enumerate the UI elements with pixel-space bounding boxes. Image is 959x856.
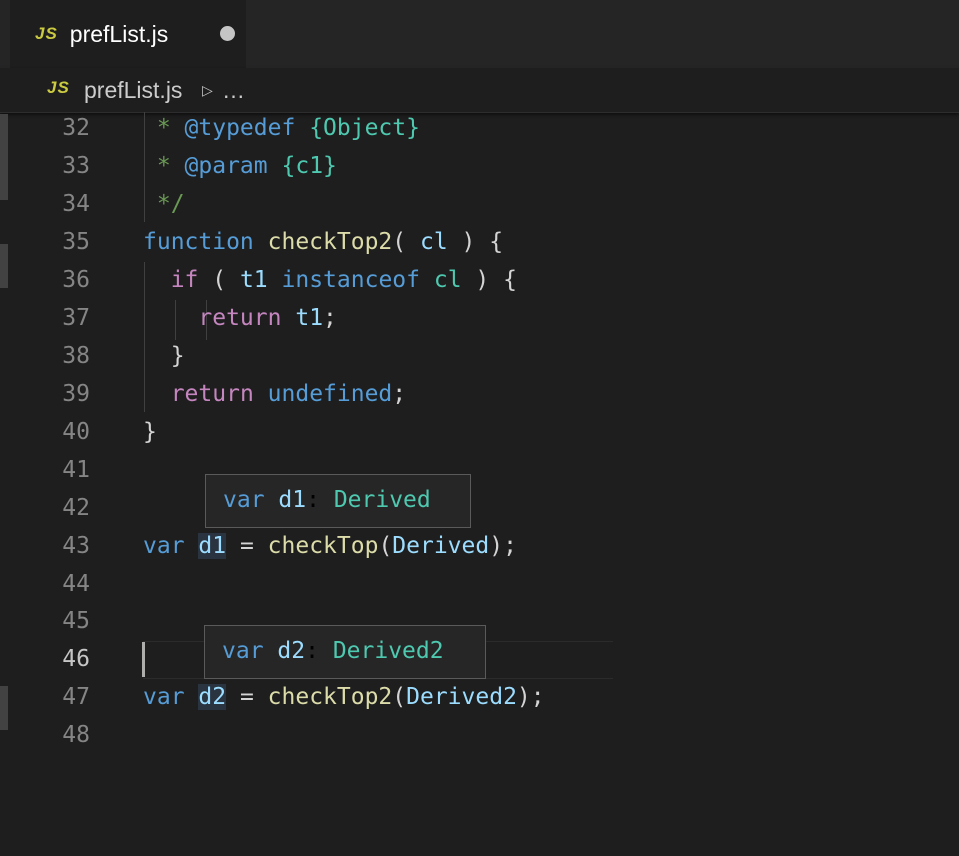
line-number: 37 xyxy=(62,305,90,331)
line-number: 47 xyxy=(62,684,90,710)
punct: ( xyxy=(392,684,407,710)
line-number: 40 xyxy=(62,419,90,445)
variable: Derived2 xyxy=(406,684,517,710)
variable: d1 xyxy=(198,533,227,559)
tab-preflist[interactable]: JS prefList.js xyxy=(10,0,246,68)
breadcrumb-more[interactable]: … xyxy=(222,77,245,104)
punct: = xyxy=(226,684,268,710)
dot-icon[interactable] xyxy=(220,26,235,41)
code-line-35[interactable]: function checkTop2( cl ) { xyxy=(143,229,503,255)
keyword: return xyxy=(198,305,282,331)
hint-colon: : xyxy=(306,487,334,513)
tab-label: prefList.js xyxy=(69,20,169,47)
line-number: 38 xyxy=(62,343,90,369)
line-number: 32 xyxy=(62,115,90,141)
jsdoc-tag: @typedef xyxy=(184,115,296,141)
code-line-47[interactable]: var d2 = checkTop2(Derived2); xyxy=(143,684,545,710)
chevron-right-icon: ▷ xyxy=(202,82,213,98)
variable: t1 xyxy=(239,267,268,293)
keyword: var xyxy=(143,533,185,559)
keyword: return xyxy=(170,381,254,407)
keyword: instanceof xyxy=(281,267,420,293)
hint-name: d1 xyxy=(278,487,307,513)
js-file-icon: JS xyxy=(47,78,70,97)
line-number: 35 xyxy=(62,229,90,255)
line-number-active: 46 xyxy=(62,646,90,672)
hint-type: Derived2 xyxy=(332,638,444,664)
text-cursor xyxy=(142,642,145,677)
punct: = xyxy=(226,533,268,559)
line-number: 43 xyxy=(62,533,90,559)
line-number: 44 xyxy=(62,571,90,597)
line-number: 34 xyxy=(62,191,90,217)
code-line-39[interactable]: return undefined; xyxy=(143,381,406,407)
jsdoc-type: {c1} xyxy=(281,153,337,179)
breadcrumb-file[interactable]: prefList.js xyxy=(84,77,182,104)
comment-star: * xyxy=(143,115,185,141)
hint-type: Derived xyxy=(333,487,431,513)
function-name: checkTop2 xyxy=(267,229,393,255)
keyword: var xyxy=(143,684,185,710)
punct: ); xyxy=(489,533,517,559)
punct: ) { xyxy=(447,229,504,255)
variable: Derived xyxy=(392,533,490,559)
code-line-40[interactable]: } xyxy=(143,419,157,445)
keyword: if xyxy=(170,267,199,293)
code-line-33[interactable]: * @param {c1} xyxy=(143,153,337,179)
line-number: 41 xyxy=(62,457,90,483)
code-line-32[interactable]: * @typedef {Object} xyxy=(143,115,420,141)
comment-star: * xyxy=(143,153,185,179)
breadcrumb: JS prefList.js ▷ … xyxy=(0,68,959,113)
jsdoc-tag: @param xyxy=(184,153,268,179)
hint-keyword: var xyxy=(223,487,265,513)
hint-keyword: var xyxy=(222,638,264,664)
code-line-36[interactable]: if ( t1 instanceof cl ) { xyxy=(143,267,517,293)
line-number: 33 xyxy=(62,153,90,179)
punct: } xyxy=(170,343,185,369)
line-number: 42 xyxy=(62,495,90,521)
jsdoc-type: {Object} xyxy=(309,115,420,141)
function-name: checkTop2 xyxy=(267,684,393,710)
variable: cl xyxy=(433,267,462,293)
variable: t1 xyxy=(295,305,324,331)
js-file-icon: JS xyxy=(35,24,58,43)
punct: ( xyxy=(198,267,240,293)
line-number: 48 xyxy=(62,722,90,748)
punct: ; xyxy=(323,305,337,331)
type-hint-d2: var d2: Derived2 xyxy=(204,625,486,679)
code-line-43[interactable]: var d1 = checkTop(Derived); xyxy=(143,533,517,559)
hint-name: d2 xyxy=(277,638,306,664)
param: cl xyxy=(419,229,448,255)
line-number: 45 xyxy=(62,608,90,634)
code-line-37[interactable]: return t1; xyxy=(143,305,337,331)
line-number: 36 xyxy=(62,267,90,293)
function-name: checkTop xyxy=(267,533,379,559)
punct: ( xyxy=(378,533,393,559)
punct: ( xyxy=(392,229,420,255)
keyword: function xyxy=(143,229,254,255)
punct: ) { xyxy=(461,267,517,293)
type-hint-d1: var d1: Derived xyxy=(205,474,471,528)
keyword: undefined xyxy=(267,381,393,407)
tab-bar: JS prefList.js xyxy=(0,0,959,68)
line-number: 39 xyxy=(62,381,90,407)
punct: ; xyxy=(392,381,407,407)
hint-colon: : xyxy=(305,638,333,664)
code-line-38[interactable]: } xyxy=(143,343,185,369)
punct: ); xyxy=(516,684,545,710)
code-line-34[interactable]: */ xyxy=(143,191,185,217)
variable: d2 xyxy=(198,684,227,710)
